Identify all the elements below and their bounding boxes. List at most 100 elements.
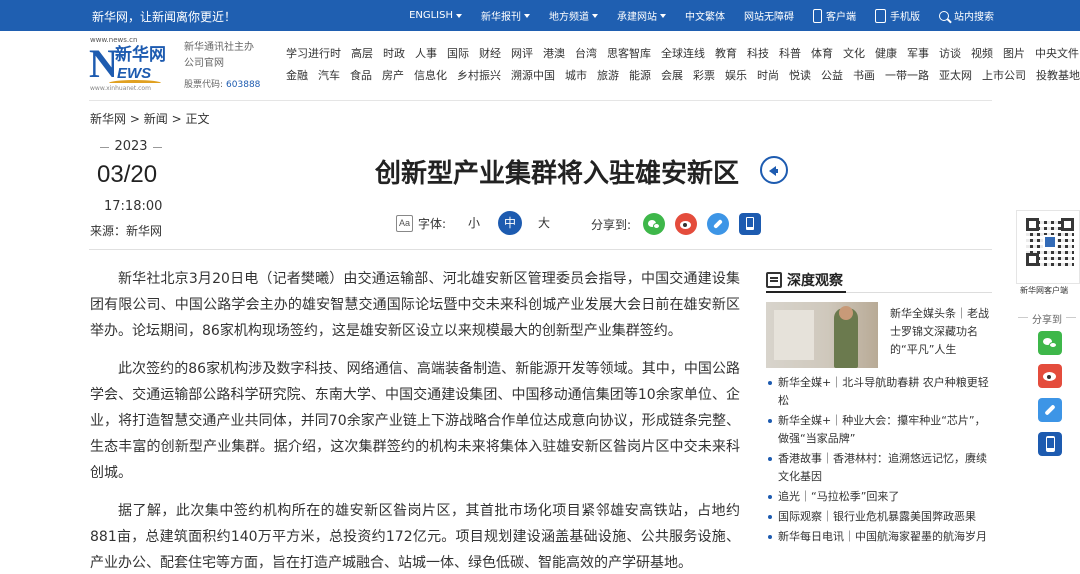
share-mobile-button[interactable]	[739, 213, 761, 235]
channel-link[interactable]: 时尚	[757, 67, 779, 89]
newspaper-icon	[766, 272, 782, 288]
channel-link[interactable]: 学习进行时	[286, 45, 341, 67]
channel-link[interactable]: 房产	[382, 67, 404, 89]
top-nav-local-label: 地方频道	[549, 12, 589, 23]
deep-observation-title: 深度观察	[787, 273, 843, 289]
channel-link[interactable]: 城市	[565, 67, 587, 89]
font-size-small-button[interactable]: 小	[462, 211, 486, 235]
top-nav-hosted-sites[interactable]: 承建网站	[617, 8, 666, 23]
side-share-link-button[interactable]	[1038, 398, 1062, 422]
feature-story-link[interactable]: 新华全媒头条｜老战士罗锦文深藏功名的“平凡”人生	[890, 305, 994, 359]
channel-link[interactable]: 亚太网	[939, 67, 972, 89]
channel-link[interactable]: 公益	[821, 67, 843, 89]
channel-link[interactable]: 人事	[415, 45, 437, 67]
font-size-large-button[interactable]: 大	[532, 211, 556, 235]
channel-link[interactable]: 中央文件	[1035, 45, 1079, 67]
search-icon	[939, 10, 949, 21]
qr-corner	[1026, 218, 1039, 231]
sidebar-news-item[interactable]: 追光｜“马拉松季”回来了	[766, 488, 994, 506]
channel-link[interactable]: 溯源中国	[511, 67, 555, 89]
channel-link[interactable]: 访谈	[939, 45, 961, 67]
top-nav-traditional-chinese[interactable]: 中文繁体	[685, 8, 725, 23]
channel-link[interactable]: 视频	[971, 45, 993, 67]
channel-link[interactable]: 高层	[351, 45, 373, 67]
channel-link[interactable]: 图片	[1003, 45, 1025, 67]
breadcrumb-news[interactable]: 新闻	[144, 112, 168, 126]
logo-letter-n: N	[89, 41, 118, 86]
channel-link[interactable]: 文化	[843, 45, 865, 67]
side-share-mobile-button[interactable]	[1038, 432, 1062, 456]
channel-link[interactable]: 彩票	[693, 67, 715, 89]
breadcrumb-current: 正文	[185, 112, 210, 126]
top-nav-english[interactable]: ENGLISH	[409, 10, 462, 21]
article-source: 来源：新华网	[90, 224, 163, 238]
channel-link[interactable]: 一带一路	[885, 67, 929, 89]
top-nav-newspapers[interactable]: 新华报刊	[481, 8, 530, 23]
channel-link[interactable]: 金融	[286, 67, 308, 89]
client-qr-box[interactable]	[1016, 210, 1080, 284]
channel-link[interactable]: 投教基地	[1036, 67, 1080, 89]
sidebar-news-item[interactable]: 国际观察｜银行业危机暴露美国弊政恶果	[766, 508, 994, 526]
channel-link[interactable]: 能源	[629, 67, 651, 89]
channel-link[interactable]: 国际	[447, 45, 469, 67]
mobile-version-link[interactable]: 手机版	[875, 8, 920, 23]
deep-observation-divider	[766, 291, 992, 293]
breadcrumb-home[interactable]: 新华网	[90, 112, 126, 126]
channel-link[interactable]: 科技	[747, 45, 769, 67]
channel-link[interactable]: 健康	[875, 45, 897, 67]
publish-date: 03/20	[97, 161, 158, 188]
deep-observation-header: 深度观察	[766, 270, 843, 290]
channel-link[interactable]: 教育	[715, 45, 737, 67]
chevron-down-icon	[592, 13, 598, 18]
site-logo[interactable]: www.news.cn N 新华网 EWS www.xinhuanet.com	[89, 36, 173, 93]
share-weibo-button[interactable]	[675, 213, 697, 235]
feature-story-image[interactable]	[766, 302, 878, 368]
channel-link[interactable]: 食品	[350, 67, 372, 89]
channel-link[interactable]: 体育	[811, 45, 833, 67]
channel-link[interactable]: 财经	[479, 45, 501, 67]
stock-code-value[interactable]: 603888	[226, 80, 260, 90]
channel-link[interactable]: 会展	[661, 67, 683, 89]
channel-link[interactable]: 娱乐	[725, 67, 747, 89]
sidebar-news-item[interactable]: 新华全媒+｜北斗导航助春耕 农户种粮更轻松	[766, 374, 994, 410]
sidebar-news-item[interactable]: 新华全媒+｜种业大会：攥牢种业“芯片”，做强“当家品牌”	[766, 412, 994, 448]
channel-link[interactable]: 旅游	[597, 67, 619, 89]
sidebar-news-item[interactable]: 新华每日电讯｜中国航海家翟墨的航海岁月	[766, 528, 994, 546]
top-nav-english-label: ENGLISH	[409, 10, 453, 21]
top-nav-newspapers-label: 新华报刊	[481, 12, 521, 23]
top-bar: 新华网，让新闻离你更近！ ENGLISH 新华报刊 地方频道 承建网站 中文繁体…	[0, 0, 1080, 31]
channel-link[interactable]: 网评	[511, 45, 533, 67]
feature-image-figure	[834, 306, 858, 368]
site-search-link[interactable]: 站内搜索	[939, 8, 994, 23]
client-link[interactable]: 客户端	[813, 8, 856, 23]
client-link-label: 客户端	[826, 12, 856, 23]
channel-link[interactable]: 汽车	[318, 67, 340, 89]
title-divider	[89, 249, 992, 250]
font-size-medium-button[interactable]: 中	[498, 211, 523, 235]
font-size-icon: Aa	[396, 214, 413, 232]
channel-link[interactable]: 台湾	[575, 45, 597, 67]
top-nav-accessibility[interactable]: 网站无障碍	[744, 8, 794, 23]
channel-link[interactable]: 军事	[907, 45, 929, 67]
top-nav-local-channels[interactable]: 地方频道	[549, 8, 598, 23]
channel-link[interactable]: 信息化	[414, 67, 447, 89]
channel-link[interactable]: 悦读	[789, 67, 811, 89]
article-paragraph: 此次签约的86家机构涉及数字科技、网络通信、高端装备制造、新能源开发等领域。其中…	[90, 361, 740, 481]
channel-link[interactable]: 上市公司	[982, 67, 1026, 89]
channel-link[interactable]: 书画	[853, 67, 875, 89]
channel-link[interactable]: 科普	[779, 45, 801, 67]
channel-link[interactable]: 港澳	[543, 45, 565, 67]
share-link-button[interactable]	[707, 213, 729, 235]
chevron-down-icon	[524, 13, 530, 18]
channel-link[interactable]: 全球连线	[661, 45, 705, 67]
channel-link[interactable]: 时政	[383, 45, 405, 67]
sidebar-news-item[interactable]: 香港故事｜香港林村：追溯悠远记忆，赓续文化基因	[766, 450, 994, 486]
channel-link[interactable]: 乡村振兴	[457, 67, 501, 89]
read-aloud-button[interactable]	[760, 156, 788, 184]
side-share-wechat-button[interactable]	[1038, 331, 1062, 355]
channel-link[interactable]: 思客智库	[607, 45, 651, 67]
side-share-weibo-button[interactable]	[1038, 364, 1062, 388]
share-wechat-button[interactable]	[643, 213, 665, 235]
wechat-bubble-icon	[1049, 342, 1057, 348]
channel-nav: 学习进行时 高层 时政 人事 国际 财经 网评 港澳 台湾 思客智库 全球连线 教育 科技 科普 体育 文化健…	[286, 45, 1080, 89]
